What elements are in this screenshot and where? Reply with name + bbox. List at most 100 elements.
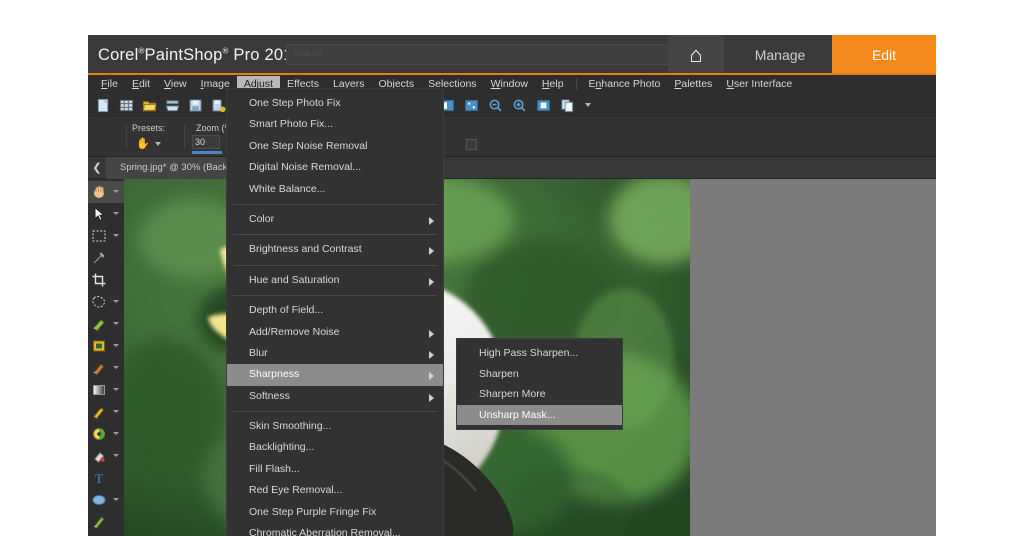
tool-smudge-brush[interactable] [88,357,124,379]
adjust-menu-item-one-step-photo-fix[interactable]: One Step Photo Fix [227,93,443,114]
tool-dropper-tool[interactable] [88,247,124,269]
tool-flyout-caret[interactable] [113,234,119,237]
menu-item-label: Hue and Saturation [249,273,340,286]
menu-window[interactable]: Window [484,76,535,92]
menu-help[interactable]: Help [535,76,571,92]
tool-text-tool[interactable]: T [88,467,124,489]
text-tool-icon: T [95,471,103,486]
menu-divider [233,411,437,413]
adjust-menu-item-blur[interactable]: Blur [227,343,443,364]
tool-crop-tool[interactable] [88,269,124,291]
tab-manage[interactable]: Manage [728,35,832,75]
chevron-left-icon[interactable]: ❮ [88,161,106,174]
tool-flyout-caret[interactable] [113,410,119,413]
tool-flyout-caret[interactable] [113,322,119,325]
adjust-menu-item-softness[interactable]: Softness [227,386,443,407]
new-image-icon[interactable] [96,98,111,113]
sharpness-item-sharpen[interactable]: Sharpen [457,364,622,385]
paint-brush-icon [93,407,105,420]
menu-palettes[interactable]: Palettes [667,76,719,92]
scanner-icon[interactable] [165,98,180,113]
tool-selection-tool[interactable] [88,225,124,247]
adjust-menu-item-fill-flash[interactable]: Fill Flash... [227,459,443,480]
search-input[interactable]: Search [286,44,671,65]
menu-item-label: Brightness and Contrast [249,243,362,256]
open-folder-icon[interactable] [142,98,157,113]
adjust-menu-item-sharpness[interactable]: Sharpness [227,364,443,386]
option-toggle-c[interactable] [466,139,477,150]
tool-flood-fill[interactable] [88,445,124,467]
fit-to-window-icon[interactable] [536,98,551,113]
sharpness-item-sharpen-more[interactable]: Sharpen More [457,384,622,405]
tab-edit[interactable]: Edit [832,35,936,75]
tool-pan-tool[interactable] [88,181,124,203]
tool-flyout-caret[interactable] [113,454,119,457]
home-icon: ⌂ [689,42,703,67]
tool-pen-tool[interactable] [88,511,124,533]
adjust-menu-item-red-eye-removal[interactable]: Red Eye Removal... [227,480,443,501]
tab-manage-label: Manage [754,47,806,63]
tool-flyout-caret[interactable] [113,190,119,193]
menu-item-label: One Step Purple Fringe Fix [249,505,377,518]
submenu-arrow-icon [429,216,434,225]
color-changer-icon [93,428,105,440]
tool-flyout-caret[interactable] [113,300,119,303]
adjust-menu-item-brightness-and-contrast[interactable]: Brightness and Contrast [227,239,443,260]
tool-flyout-caret[interactable] [113,344,119,347]
menu-view[interactable]: View [157,76,194,92]
menu-edit[interactable]: Edit [125,76,157,92]
zoom-slider[interactable] [192,151,222,154]
adjust-menu-item-skin-smoothing[interactable]: Skin Smoothing... [227,416,443,437]
standard-toolbar [88,93,936,117]
home-button[interactable]: ⌂ [668,35,724,75]
adjust-menu-item-one-step-purple-fringe-fix[interactable]: One Step Purple Fringe Fix [227,502,443,523]
zoom-in-icon[interactable] [512,98,527,113]
grid-icon[interactable] [119,98,134,113]
menu-enhance-photo[interactable]: Enhance Photo [582,76,668,92]
menu-bar: File Edit View Image Adjust Effects Layers Obje… [88,75,936,93]
tool-gradient-tool[interactable] [88,379,124,401]
tool-flyout-caret[interactable] [113,212,119,215]
adjust-menu-item-color[interactable]: Color [227,209,443,230]
tool-flyout-caret[interactable] [113,432,119,435]
tool-flyout-caret[interactable] [113,498,119,501]
adjust-menu-item-depth-of-field[interactable]: Depth of Field... [227,300,443,321]
adjust-menu-item-chromatic-aberration-removal[interactable]: Chromatic Aberration Removal... [227,523,443,536]
sharpness-item-unsharp-mask[interactable]: Unsharp Mask... [457,404,622,425]
menu-item-label: Smart Photo Fix... [249,118,334,131]
save-as-icon[interactable] [211,98,226,113]
zoom-value-input[interactable]: 30 [192,135,220,149]
menu-item-label: Sharpen More [479,388,546,400]
tool-makeover-tool[interactable] [88,313,124,335]
adjust-dropdown-menu[interactable]: One Step Photo Fix Smart Photo Fix... One … [226,88,444,536]
tool-flyout-caret[interactable] [113,366,119,369]
tool-pick-tool[interactable] [88,203,124,225]
adjust-menu-item-hue-and-saturation[interactable]: Hue and Saturation [227,270,443,291]
adjust-menu-item-add-remove-noise[interactable]: Add/Remove Noise [227,322,443,343]
chevron-down-icon[interactable] [585,103,591,107]
tool-flyout-caret[interactable] [113,388,119,391]
zoom-out-icon[interactable] [488,98,503,113]
sharpness-submenu[interactable]: High Pass Sharpen... Sharpen Sharpen More U… [456,338,623,430]
sharpness-item-high-pass-sharpen[interactable]: High Pass Sharpen... [457,343,622,364]
adjust-menu-item-smart-photo-fix[interactable]: Smart Photo Fix... [227,114,443,135]
screen-mode-icon[interactable] [464,98,479,113]
tool-shape-tool[interactable] [88,489,124,511]
presets-dropdown-caret[interactable] [155,142,161,146]
adjust-menu-item-backlighting[interactable]: Backlighting... [227,437,443,458]
tool-freehand-selection[interactable] [88,291,124,313]
view-toolbar-group [440,98,591,113]
menu-divider [233,203,437,205]
menu-file[interactable]: File [94,76,125,92]
adjust-menu-item-one-step-noise-removal[interactable]: One Step Noise Removal [227,136,443,157]
tool-paint-brush[interactable] [88,401,124,423]
tool-options-bar: Presets: ✋ Zoom (% 30 [88,117,936,157]
tool-clone-brush[interactable] [88,335,124,357]
save-icon[interactable] [188,98,203,113]
adjust-menu-item-white-balance[interactable]: White Balance... [227,179,443,200]
hand-tool-icon[interactable]: ✋ [136,137,150,150]
adjust-menu-item-digital-noise-removal[interactable]: Digital Noise Removal... [227,157,443,178]
duplicate-icon[interactable] [560,98,575,113]
menu-user-interface[interactable]: User Interface [719,76,799,92]
tool-color-changer[interactable] [88,423,124,445]
